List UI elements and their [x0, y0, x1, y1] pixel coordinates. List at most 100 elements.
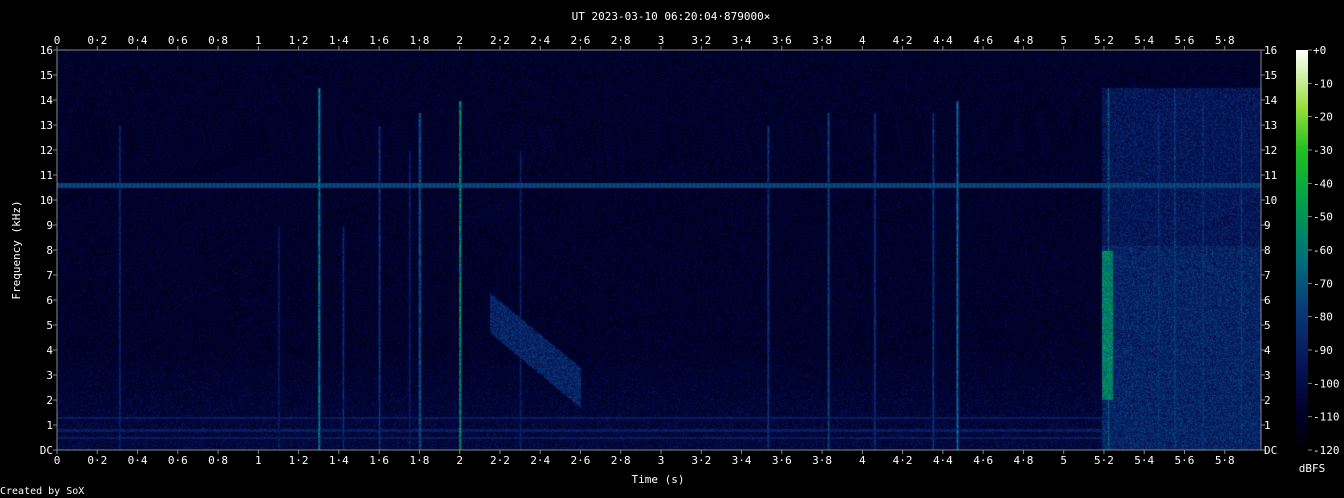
y-tick-label-left: 6	[46, 294, 53, 307]
colorbar-tick-label: -100	[1313, 377, 1340, 390]
y-tick-label-left: 8	[46, 244, 53, 257]
y-tick-label-right: 14	[1264, 94, 1278, 107]
x-tick-label-top: 4·4	[933, 34, 953, 47]
x-tick-label-bottom: 3·4	[732, 454, 752, 467]
x-tick-label-bottom: 0·2	[87, 454, 107, 467]
colorbar-tick-label: -60	[1313, 244, 1333, 257]
x-tick-label-top: 0·8	[208, 34, 228, 47]
y-tick-label-left: 4	[46, 344, 53, 357]
x-tick-label-bottom: 3·8	[812, 454, 832, 467]
y-tick-label-left: 10	[40, 194, 53, 207]
y-tick-label-right: 1	[1264, 419, 1271, 432]
x-tick-label-top: 3·2	[691, 34, 711, 47]
heatmap-canvas	[57, 50, 1261, 450]
x-tick-label-top: 3·8	[812, 34, 832, 47]
x-tick-label-bottom: 5·4	[1134, 454, 1154, 467]
x-tick-label-top: 2	[456, 34, 463, 47]
x-tick-label-bottom: 2·4	[530, 454, 550, 467]
x-tick-label-top: 2·6	[571, 34, 591, 47]
x-tick-label-top: 0·4	[128, 34, 148, 47]
x-tick-label-top: 5·8	[1215, 34, 1235, 47]
colorbar-tick-label: -110	[1313, 411, 1340, 424]
x-tick-label-bottom: 4·2	[893, 454, 913, 467]
y-tick-label-left: 1	[46, 419, 53, 432]
x-tick-label-top: 1·4	[329, 34, 349, 47]
x-tick-label-bottom: 2	[456, 454, 463, 467]
colorbar-tick-label: -90	[1313, 344, 1333, 357]
x-tick-label-bottom: 1·2	[289, 454, 309, 467]
colorbar-tick-label: -40	[1313, 177, 1333, 190]
x-tick-label-bottom: 2·2	[490, 454, 510, 467]
y-tick-label-right: 11	[1264, 169, 1277, 182]
y-tick-label-right: 5	[1264, 319, 1271, 332]
x-tick-label-top: 5·2	[1094, 34, 1114, 47]
y-tick-label-right: 12	[1264, 144, 1277, 157]
y-tick-label-left: 2	[46, 394, 53, 407]
y-tick-label-right: 6	[1264, 294, 1271, 307]
colorbar-tick-label: -50	[1313, 211, 1333, 224]
x-tick-label-bottom: 1·4	[329, 454, 349, 467]
x-tick-label-top: 0·2	[87, 34, 107, 47]
x-tick-label-bottom: 5	[1060, 454, 1067, 467]
colorbar-tick-label: -20	[1313, 111, 1333, 124]
x-axis-label: Time (s)	[632, 473, 685, 486]
heatmap-canvas-container	[57, 50, 1261, 450]
colorbar-label: dBFS	[1299, 462, 1326, 475]
created-by-footer: Created by SoX	[0, 486, 84, 497]
x-tick-label-bottom: 0·8	[208, 454, 228, 467]
x-tick-label-top: 5	[1060, 34, 1067, 47]
x-tick-label-top: 4·6	[973, 34, 993, 47]
spectrogram-heatmap	[57, 50, 1261, 450]
x-tick-label-top: 3·6	[772, 34, 792, 47]
x-tick-label-bottom: 4·4	[933, 454, 953, 467]
x-tick-label-bottom: 1·6	[369, 454, 389, 467]
colorbar-tick-label: -70	[1313, 277, 1333, 290]
colorbar-tick-label: -120	[1313, 444, 1340, 457]
colorbar-tick-label: -30	[1313, 144, 1333, 157]
x-tick-label-bottom: 5·2	[1094, 454, 1114, 467]
x-tick-label-top: 0	[54, 34, 61, 47]
y-tick-label-right: DC	[1264, 444, 1277, 457]
x-tick-label-top: 3·4	[732, 34, 752, 47]
y-tick-label-right: 7	[1264, 269, 1271, 282]
y-tick-label-right: 3	[1264, 369, 1271, 382]
x-tick-label-top: 2·4	[530, 34, 550, 47]
x-tick-label-bottom: 1	[255, 454, 262, 467]
colorbar-tick-label: +0	[1313, 44, 1326, 57]
x-tick-label-bottom: 4	[859, 454, 866, 467]
x-tick-label-top: 4	[859, 34, 866, 47]
colorbar	[1296, 50, 1308, 450]
y-tick-label-right: 10	[1264, 194, 1277, 207]
y-tick-label-left: 3	[46, 369, 53, 382]
y-tick-label-left: 9	[46, 219, 53, 232]
colorbar-tick-label: -10	[1313, 77, 1333, 90]
x-tick-label-bottom: 2·6	[571, 454, 591, 467]
x-tick-label-bottom: 2·8	[611, 454, 631, 467]
chart-title: UT 2023-03-10 06:20:04·879000×	[572, 10, 771, 23]
x-tick-label-top: 1·2	[289, 34, 309, 47]
x-tick-label-bottom: 4·6	[973, 454, 993, 467]
x-tick-label-top: 2·8	[611, 34, 631, 47]
x-tick-label-bottom: 3·6	[772, 454, 792, 467]
y-tick-label-right: 13	[1264, 119, 1277, 132]
x-tick-label-bottom: 3·2	[691, 454, 711, 467]
x-tick-label-top: 2·2	[490, 34, 510, 47]
x-tick-label-bottom: 5·6	[1175, 454, 1195, 467]
x-tick-label-bottom: 0·4	[128, 454, 148, 467]
spectrogram-chart: UT 2023-03-10 06:20:04·879000× 0 0·2 0·4 0·…	[0, 0, 1344, 498]
x-tick-label-bottom: 1·8	[409, 454, 429, 467]
x-tick-label-top: 5·6	[1175, 34, 1195, 47]
x-tick-label-top: 5·4	[1134, 34, 1154, 47]
x-tick-label-bottom: 0	[54, 454, 61, 467]
y-tick-label-left: 12	[40, 144, 53, 157]
y-tick-label-right: 9	[1264, 219, 1271, 232]
y-axis-label: Frequency (kHz)	[10, 200, 23, 299]
y-tick-label-left: DC	[40, 444, 53, 457]
y-tick-label-right: 16	[1264, 44, 1277, 57]
x-tick-label-top: 4·8	[1013, 34, 1033, 47]
y-tick-label-left: 5	[46, 319, 53, 332]
y-tick-label-left: 11	[40, 169, 53, 182]
y-tick-label-left: 7	[46, 269, 53, 282]
x-tick-label-bottom: 4·8	[1013, 454, 1033, 467]
colorbar-tick-label: -80	[1313, 311, 1333, 324]
